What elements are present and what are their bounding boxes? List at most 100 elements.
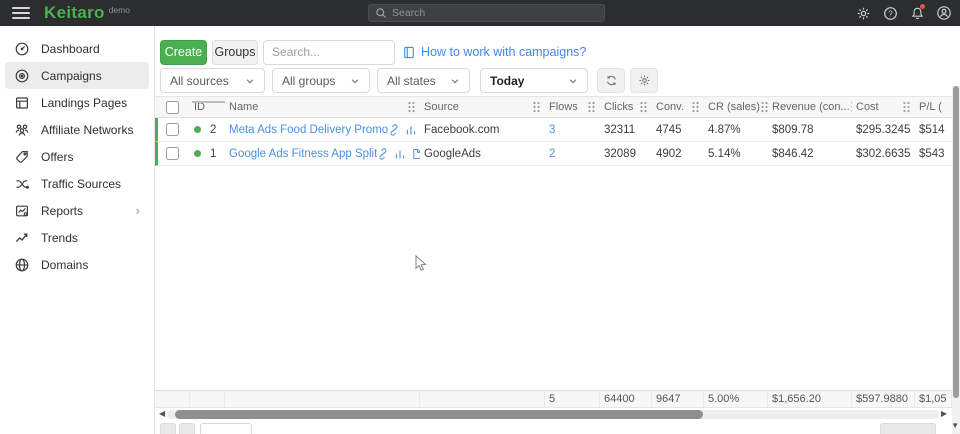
groups-button[interactable]: Groups: [212, 40, 258, 65]
campaign-link-icon[interactable]: [388, 124, 400, 136]
settings-icon[interactable]: [855, 5, 871, 21]
sidebar-item-label: Offers: [41, 150, 73, 164]
header-clicks[interactable]: Clicks: [600, 101, 652, 113]
sidebar-item-campaigns[interactable]: Campaigns: [5, 62, 149, 89]
sidebar-item-affiliate-networks[interactable]: Affiliate Networks: [5, 116, 149, 143]
column-drag-handle-icon[interactable]: [639, 101, 648, 113]
horizontal-scrollbar: ◀ ▶: [159, 409, 947, 419]
help-campaigns-link[interactable]: How to work with campaigns?: [403, 45, 586, 59]
chevron-down-icon: [350, 76, 360, 86]
menu-icon[interactable]: [12, 7, 30, 19]
sidebar-item-label: Landings Pages: [41, 96, 127, 110]
table-settings-button[interactable]: [630, 68, 658, 93]
campaign-stats-icon[interactable]: [394, 148, 406, 160]
flows-link[interactable]: 3: [549, 124, 555, 136]
notifications-bell-icon[interactable]: [909, 5, 925, 21]
landings-pages-icon: [14, 95, 30, 111]
campaigns-search[interactable]: [263, 40, 395, 65]
cell-cr: 5.14%: [704, 148, 768, 160]
table-row[interactable]: 2 Meta Ads Food Delivery Promo Facebook.…: [155, 118, 952, 142]
status-active-dot: [194, 126, 201, 133]
vscroll-thumb[interactable]: [953, 86, 959, 398]
header-conv[interactable]: Conv.: [652, 101, 704, 113]
scroll-right-arrow-icon[interactable]: ▶: [939, 409, 947, 419]
header-pl[interactable]: P/L (: [915, 101, 952, 113]
page-size-select[interactable]: [200, 423, 252, 434]
header-id[interactable]: ID: [190, 101, 225, 113]
refresh-button[interactable]: [597, 68, 625, 93]
user-account-icon[interactable]: [936, 5, 952, 21]
app-logo: Keitaro: [44, 3, 105, 23]
header-source[interactable]: Source: [420, 101, 545, 113]
sidebar-item-label: Domains: [41, 258, 88, 272]
table-totals-row: 5 64400 9647 5.00% $1,656.20 $597.9880 $…: [155, 390, 952, 408]
column-drag-handle-icon[interactable]: [902, 101, 911, 113]
flows-link[interactable]: 2: [549, 148, 555, 160]
create-button[interactable]: Create: [160, 40, 207, 65]
campaign-name-link[interactable]: Google Ads Fitness App Split: [229, 148, 377, 160]
cell-pl: $514: [915, 124, 952, 136]
vertical-scrollbar[interactable]: [952, 86, 960, 434]
sort-indicator: [192, 101, 225, 103]
campaigns-search-input[interactable]: [272, 45, 386, 59]
campaign-stats-icon[interactable]: [405, 124, 417, 136]
sidebar-item-landings-pages[interactable]: Landings Pages: [5, 89, 149, 116]
row-checkbox[interactable]: [166, 147, 179, 160]
cell-conv: 4902: [652, 148, 704, 160]
header-cost[interactable]: Cost: [852, 101, 915, 113]
pagination-next-button[interactable]: [179, 423, 195, 434]
column-drag-handle-icon[interactable]: [532, 101, 541, 113]
scroll-left-arrow-icon[interactable]: ◀: [159, 409, 167, 419]
pagination-prev-button[interactable]: [160, 423, 176, 434]
campaign-note-icon[interactable]: [411, 148, 420, 160]
header-revenue[interactable]: Revenue (con...: [768, 101, 852, 113]
row-checkbox[interactable]: [166, 123, 179, 136]
column-drag-handle-icon[interactable]: [587, 101, 596, 113]
states-filter-select[interactable]: All states: [377, 68, 470, 93]
chevron-down-icon: [450, 76, 460, 86]
sidebar-item-traffic-sources[interactable]: Traffic Sources: [5, 170, 149, 197]
cell-revenue: $846.42: [768, 148, 852, 160]
hscroll-track[interactable]: [167, 410, 939, 419]
header-name[interactable]: Name: [225, 101, 420, 113]
pagination-action-button[interactable]: [880, 423, 936, 434]
header-flows[interactable]: Flows: [545, 101, 600, 113]
campaigns-icon: [14, 68, 30, 84]
sidebar-item-offers[interactable]: Offers: [5, 143, 149, 170]
cell-clicks: 32089: [600, 148, 652, 160]
sidebar-item-label: Dashboard: [41, 42, 100, 56]
help-icon[interactable]: ?: [882, 5, 898, 21]
global-search[interactable]: [368, 4, 605, 22]
status-active-dot: [194, 150, 201, 157]
column-drag-handle-icon[interactable]: [760, 101, 768, 113]
sidebar-item-dashboard[interactable]: Dashboard: [5, 35, 149, 62]
groups-filter-select[interactable]: All groups: [272, 68, 370, 93]
sidebar-item-label: Trends: [41, 231, 78, 245]
notification-dot: [920, 4, 925, 9]
chevron-down-icon: [245, 76, 255, 86]
global-search-input[interactable]: [392, 7, 598, 19]
search-icon: [375, 7, 387, 19]
total-clicks: 64400: [600, 391, 652, 407]
cell-source: GoogleAds: [420, 148, 545, 160]
cell-name: Meta Ads Food Delivery Promo: [225, 124, 420, 136]
cell-id: 2: [190, 124, 225, 136]
sources-filter-select[interactable]: All sources: [160, 68, 265, 93]
column-drag-handle-icon[interactable]: [691, 101, 700, 113]
sidebar-item-reports[interactable]: Reports ›: [5, 197, 149, 224]
scroll-down-arrow-icon[interactable]: ▼: [951, 421, 959, 430]
gear-icon: [638, 74, 651, 87]
sidebar-item-trends[interactable]: Trends: [5, 224, 149, 251]
trends-icon: [14, 230, 30, 246]
header-cr-sales[interactable]: CR (sales): [704, 101, 768, 113]
campaign-name-link[interactable]: Meta Ads Food Delivery Promo: [229, 124, 388, 136]
hscroll-thumb[interactable]: [175, 410, 703, 419]
date-range-select[interactable]: Today: [480, 68, 588, 93]
chevron-down-icon: [568, 76, 578, 86]
table-row[interactable]: 1 Google Ads Fitness App Split GoogleAds…: [155, 142, 952, 166]
column-drag-handle-icon[interactable]: [407, 101, 416, 113]
campaign-link-icon[interactable]: [377, 148, 389, 160]
sidebar-item-domains[interactable]: Domains: [5, 251, 149, 278]
cell-cost: $295.3245: [852, 124, 915, 136]
select-all-checkbox[interactable]: [166, 101, 179, 114]
